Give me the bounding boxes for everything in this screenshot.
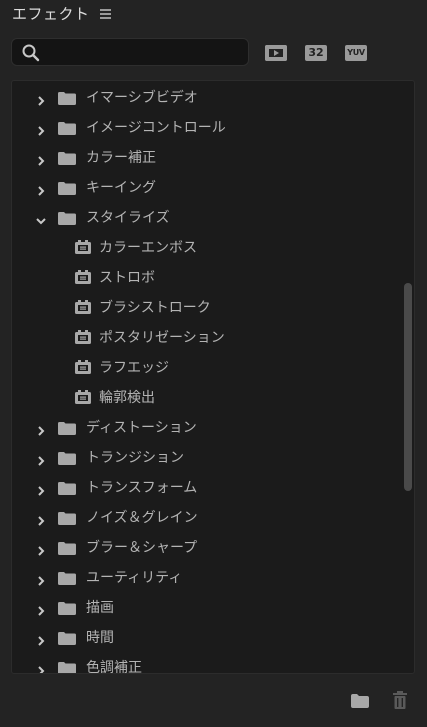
chevron-down-icon[interactable] xyxy=(36,211,46,225)
video-effect-icon xyxy=(75,269,91,288)
tree-folder-item[interactable]: トランジション xyxy=(12,441,404,471)
tree-item-label: ブラー＆シャープ xyxy=(86,540,198,556)
panel-header: エフェクト xyxy=(0,0,427,26)
folder-icon xyxy=(58,90,76,109)
yuv-filter-button[interactable]: YUV xyxy=(345,45,367,61)
folder-icon xyxy=(58,150,76,169)
chevron-right-icon[interactable] xyxy=(36,541,46,556)
tree-item-label: ユーティリティ xyxy=(86,570,183,586)
tree-folder-item[interactable]: キーイング xyxy=(12,171,404,201)
tree-rows: イマーシブビデオイメージコントロール カラー補正キーイングスタイライズカラーエンボ… xyxy=(12,81,404,674)
folder-icon xyxy=(58,450,76,469)
video-effect-icon xyxy=(75,329,91,348)
chevron-right-icon[interactable] xyxy=(36,571,46,586)
tree-effect-item[interactable]: カラーエンボス xyxy=(12,231,404,261)
chevron-right-icon[interactable] xyxy=(36,421,46,436)
hamburger-menu-icon[interactable] xyxy=(100,9,111,19)
search-icon xyxy=(22,44,40,62)
chevron-right-icon[interactable] xyxy=(36,91,46,106)
tree-effect-item[interactable]: ストロボ xyxy=(12,261,404,291)
32bit-filter-button[interactable]: 32 xyxy=(305,45,327,61)
tree-item-label: イメージコントロール xyxy=(86,120,226,136)
folder-icon xyxy=(58,120,76,139)
chevron-right-icon[interactable] xyxy=(36,631,46,646)
tree-item-label: トランスフォーム xyxy=(86,480,198,496)
chevron-right-icon[interactable] xyxy=(36,181,46,196)
accelerated-effects-icon xyxy=(265,45,287,61)
chevron-right-icon[interactable] xyxy=(36,121,46,136)
tree-folder-item[interactable]: イマーシブビデオ xyxy=(12,81,404,111)
panel-title: エフェクト xyxy=(12,5,90,23)
tree-folder-item[interactable]: ブラー＆シャープ xyxy=(12,531,404,561)
tree-item-label: ポスタリゼーション xyxy=(99,330,225,346)
tree-effect-item[interactable]: ポスタリゼーション xyxy=(12,321,404,351)
tree-item-label: ブラシストローク xyxy=(99,300,211,316)
folder-icon xyxy=(58,660,76,673)
tree-item-label: 時間 xyxy=(86,630,114,646)
video-effect-icon xyxy=(75,239,91,258)
tree-folder-item[interactable]: 時間 xyxy=(12,621,404,651)
folder-icon xyxy=(58,630,76,649)
tree-item-label: スタイライズ xyxy=(86,210,170,226)
search-input[interactable] xyxy=(46,43,246,63)
chevron-right-icon[interactable] xyxy=(36,511,46,526)
tree-item-label: カラー補正 xyxy=(86,150,156,166)
chevron-right-icon[interactable] xyxy=(36,481,46,496)
video-effect-icon xyxy=(75,299,91,318)
tree-item-label: キーイング xyxy=(86,180,156,196)
folder-icon xyxy=(58,210,76,229)
folder-icon xyxy=(58,180,76,199)
tree-item-label: ストロボ xyxy=(99,270,155,286)
tree-effect-item[interactable]: ラフエッジ xyxy=(12,351,404,381)
tree-item-label: ラフエッジ xyxy=(99,360,169,376)
tree-item-label: 描画 xyxy=(86,600,114,616)
tree-folder-item[interactable]: ノイズ＆グレイン xyxy=(12,501,404,531)
tree-item-label: カラーエンボス xyxy=(99,240,197,256)
tree-item-label: イマーシブビデオ xyxy=(86,90,198,106)
tree-item-label: トランジション xyxy=(86,450,184,466)
folder-icon xyxy=(58,420,76,439)
chevron-right-icon[interactable] xyxy=(36,661,46,673)
chevron-right-icon[interactable] xyxy=(36,601,46,616)
tree-item-label: 色調補正 xyxy=(86,660,142,674)
tree-folder-item[interactable]: 色調補正 xyxy=(12,651,404,674)
tree-item-label: 輪郭検出 xyxy=(99,390,155,406)
effects-tree[interactable]: イマーシブビデオイメージコントロール カラー補正キーイングスタイライズカラーエンボ… xyxy=(11,80,415,674)
tree-effect-item[interactable]: 輪郭検出 xyxy=(12,381,404,411)
accelerated-effects-filter-button[interactable] xyxy=(265,45,287,61)
trash-icon[interactable] xyxy=(392,691,408,709)
tree-folder-item[interactable]: カラー補正 xyxy=(12,141,404,171)
tree-folder-item[interactable]: イメージコントロール xyxy=(12,111,404,141)
chevron-right-icon[interactable] xyxy=(36,451,46,466)
tree-folder-item[interactable]: ユーティリティ xyxy=(12,561,404,591)
tree-folder-item[interactable]: スタイライズ xyxy=(12,201,404,231)
new-bin-icon[interactable] xyxy=(351,694,369,708)
folder-icon xyxy=(58,480,76,499)
tree-item-label: ディストーション xyxy=(86,420,197,436)
tree-folder-item[interactable]: 描画 xyxy=(12,591,404,621)
vertical-scrollbar[interactable] xyxy=(404,283,412,491)
folder-icon xyxy=(58,510,76,529)
chevron-right-icon[interactable] xyxy=(36,151,46,166)
tree-item-label: ノイズ＆グレイン xyxy=(86,510,198,526)
folder-icon xyxy=(58,540,76,559)
video-effect-icon xyxy=(75,389,91,408)
tree-effect-item[interactable]: ブラシストローク xyxy=(12,291,404,321)
tree-folder-item[interactable]: ディストーション xyxy=(12,411,404,441)
search-field[interactable] xyxy=(11,38,249,66)
video-effect-icon xyxy=(75,359,91,378)
tree-folder-item[interactable]: トランスフォーム xyxy=(12,471,404,501)
folder-icon xyxy=(58,570,76,589)
folder-icon xyxy=(58,600,76,619)
